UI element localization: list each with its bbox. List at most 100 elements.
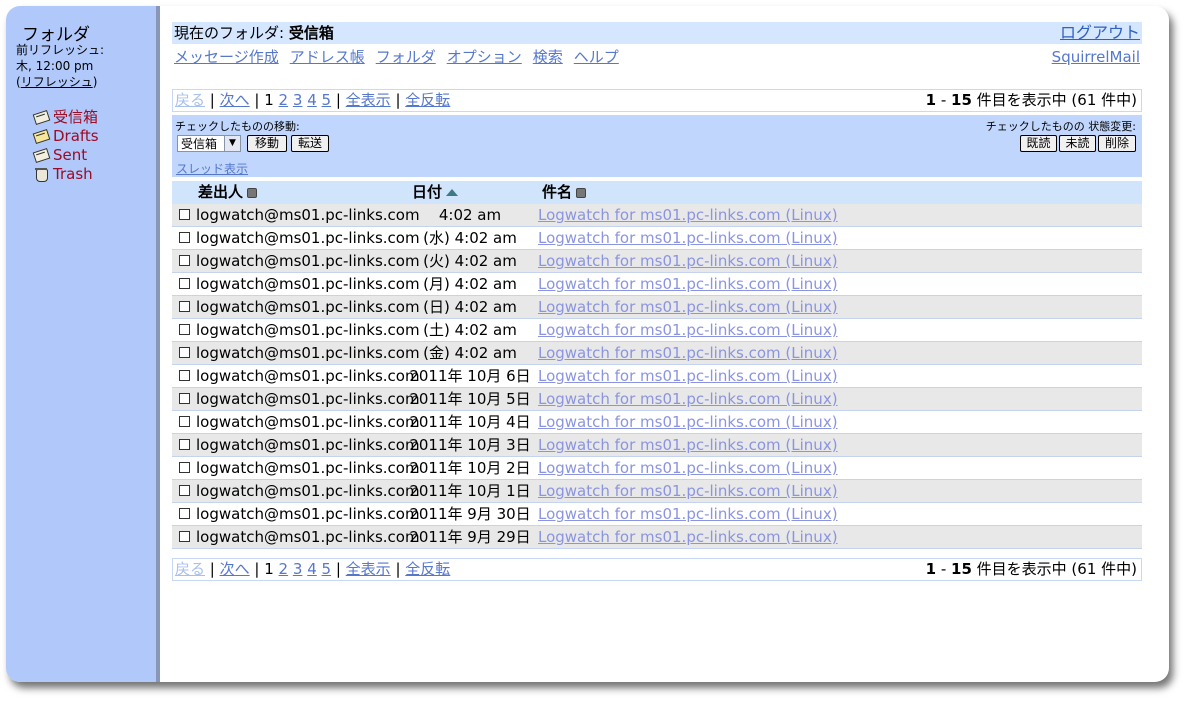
mark-unread-button[interactable]: 未読 [1059,135,1096,152]
refresh-close-paren: ) [92,75,98,89]
mark-read-button[interactable]: 既読 [1020,135,1057,152]
row-subject-link[interactable]: Logwatch for ms01.pc-links.com (Linux) [538,457,838,479]
sort-icon[interactable] [576,188,587,198]
refresh-link[interactable]: リフレッシュ [21,75,93,89]
row-checkbox[interactable] [179,301,190,312]
nav-options[interactable]: オプション [447,48,522,66]
move-target-select[interactable]: 受信箱 ▼ [177,135,241,152]
pager-invert[interactable]: 全反転 [405,560,450,578]
sidebar-item-label: Sent [53,145,88,164]
pager-page-2[interactable]: 2 [279,560,289,578]
table-row: logwatch@ms01.pc-links.com 2011年 9月 29日 Lo… [172,526,1142,549]
row-subject-link[interactable]: Logwatch for ms01.pc-links.com (Linux) [538,250,838,272]
row-subject-link[interactable]: Logwatch for ms01.pc-links.com (Linux) [538,411,838,433]
pager-page-4[interactable]: 4 [307,560,317,578]
row-from: logwatch@ms01.pc-links.com [196,459,420,477]
pager-page-2[interactable]: 2 [279,91,289,109]
col-subject[interactable]: 件名 [542,181,587,204]
header-bar: 現在のフォルダ: 受信箱 ログアウト [172,22,1142,44]
col-date[interactable]: 日付 [412,181,459,204]
sidebar-item-sent[interactable]: Sent [32,145,99,164]
row-subject-link[interactable]: Logwatch for ms01.pc-links.com (Linux) [538,365,838,387]
sidebar-item-inbox[interactable]: 受信箱 [32,107,99,126]
row-subject-link[interactable]: Logwatch for ms01.pc-links.com (Linux) [538,342,838,364]
row-subject-link[interactable]: Logwatch for ms01.pc-links.com (Linux) [538,204,838,226]
pager-prev: 戻る [175,560,206,578]
row-subject-link[interactable]: Logwatch for ms01.pc-links.com (Linux) [538,480,838,502]
pager-page-3[interactable]: 3 [293,560,303,578]
row-checkbox[interactable] [179,439,190,450]
table-row: logwatch@ms01.pc-links.com 2011年 10月 3日 Lo… [172,434,1142,457]
row-checkbox[interactable] [179,531,190,542]
row-from: logwatch@ms01.pc-links.com [196,505,420,523]
move-label: チェックしたものの移動: [175,120,300,133]
row-from: logwatch@ms01.pc-links.com [196,206,420,224]
row-checkbox[interactable] [179,462,190,473]
pager-next[interactable]: 次へ [220,91,250,109]
row-checkbox[interactable] [179,209,190,220]
pager-current: 1 [264,560,274,578]
row-checkbox[interactable] [179,485,190,496]
table-row: logwatch@ms01.pc-links.com 2011年 10月 5日 Lo… [172,388,1142,411]
delete-button[interactable]: 削除 [1098,135,1136,152]
pager-prev: 戻る [175,91,206,109]
sidebar-item-drafts[interactable]: Drafts [32,126,99,145]
row-checkbox[interactable] [179,324,190,335]
row-checkbox[interactable] [179,370,190,381]
current-folder: 現在のフォルダ: 受信箱 [174,22,334,44]
pager-show-all[interactable]: 全表示 [346,560,391,578]
sidebar-item-trash[interactable]: Trash [32,164,99,183]
row-checkbox[interactable] [179,278,190,289]
squirrelmail-window: フォルダ 前リフレッシュ: 木, 12:00 pm (リフレッシュ) 受信箱 D… [6,6,1169,682]
pager-page-3[interactable]: 3 [293,91,303,109]
row-from: logwatch@ms01.pc-links.com [196,413,420,431]
sort-icon[interactable] [247,188,258,198]
col-from[interactable]: 差出人 [198,181,258,204]
nav-search[interactable]: 検索 [533,48,563,66]
row-checkbox[interactable] [179,393,190,404]
row-from: logwatch@ms01.pc-links.com [196,321,420,339]
chevron-down-icon: ▼ [224,136,240,151]
table-row: logwatch@ms01.pc-links.com (日) 4:02 am Log… [172,296,1142,319]
row-subject-link[interactable]: Logwatch for ms01.pc-links.com (Linux) [538,319,838,341]
logout-link[interactable]: ログアウト [1060,22,1140,44]
row-subject-link[interactable]: Logwatch for ms01.pc-links.com (Linux) [538,227,838,249]
pager-next[interactable]: 次へ [220,560,250,578]
pager-invert[interactable]: 全反転 [405,91,450,109]
table-row: logwatch@ms01.pc-links.com (火) 4:02 am Log… [172,250,1142,273]
row-checkbox[interactable] [179,232,190,243]
thread-view-link[interactable]: スレッド表示 [176,160,248,177]
row-checkbox[interactable] [179,347,190,358]
row-checkbox[interactable] [179,416,190,427]
table-row: logwatch@ms01.pc-links.com 2011年 10月 1日 Lo… [172,480,1142,503]
row-subject-link[interactable]: Logwatch for ms01.pc-links.com (Linux) [538,296,838,318]
row-checkbox[interactable] [179,255,190,266]
table-row: logwatch@ms01.pc-links.com (水) 4:02 am Log… [172,227,1142,250]
table-row: logwatch@ms01.pc-links.com 2011年 10月 2日 Lo… [172,457,1142,480]
nav-compose[interactable]: メッセージ作成 [174,48,279,66]
row-checkbox[interactable] [179,508,190,519]
last-refresh-time: 木, 12:00 pm [16,59,94,73]
row-subject-link[interactable]: Logwatch for ms01.pc-links.com (Linux) [538,273,838,295]
row-from: logwatch@ms01.pc-links.com [196,367,420,385]
forward-button[interactable]: 転送 [291,135,329,152]
row-subject-link[interactable]: Logwatch for ms01.pc-links.com (Linux) [538,388,838,410]
row-subject-link[interactable]: Logwatch for ms01.pc-links.com (Linux) [538,526,838,548]
pager-show-all[interactable]: 全表示 [346,91,391,109]
nav-folders[interactable]: フォルダ [376,48,436,66]
move-button[interactable]: 移動 [247,135,287,152]
nav-addresses[interactable]: アドレス帳 [290,48,365,66]
nav-help[interactable]: ヘルプ [574,48,619,66]
row-from: logwatch@ms01.pc-links.com [196,344,420,362]
row-from: logwatch@ms01.pc-links.com [196,252,420,270]
squirrelmail-link[interactable]: SquirrelMail [1052,46,1140,68]
pager-page-4[interactable]: 4 [307,91,317,109]
pager-page-5[interactable]: 5 [322,91,332,109]
pager-page-5[interactable]: 5 [322,560,332,578]
row-subject-link[interactable]: Logwatch for ms01.pc-links.com (Linux) [538,434,838,456]
row-date: 2011年 10月 5日 [409,390,531,408]
row-subject-link[interactable]: Logwatch for ms01.pc-links.com (Linux) [538,503,838,525]
message-controls: チェックしたものの移動: チェックしたものの 状態変更: 受信箱 ▼ 移動 転送… [172,115,1142,177]
pager-links: 戻る | 次へ | 1 2 3 4 5 | 全表示 | 全反転 [175,560,451,578]
sort-ascending-icon[interactable] [446,189,459,196]
